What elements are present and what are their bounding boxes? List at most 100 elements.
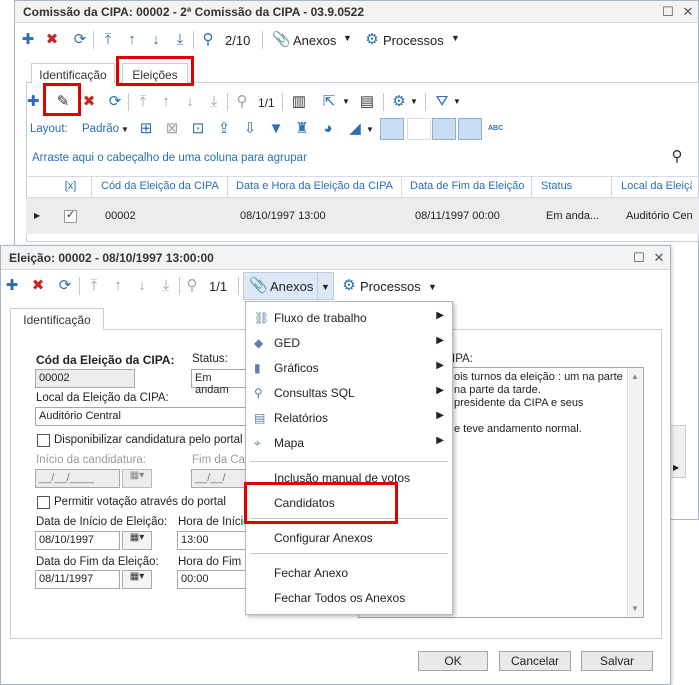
layout-download-icon[interactable]: ⇩ <box>241 120 259 138</box>
chevron-down-icon[interactable]: ▼ <box>121 125 129 134</box>
col-select[interactable]: [x] <box>50 176 92 198</box>
view-mode-1-icon[interactable] <box>380 118 404 140</box>
menu-item-fechar-todos[interactable]: Fechar Todos os Anexos <box>246 585 452 609</box>
local-field[interactable]: Auditório Central <box>35 407 250 426</box>
add-icon[interactable]: ✚ <box>27 93 40 111</box>
menu-item-mapa[interactable]: ⌖ Mapa ▶ <box>246 430 452 454</box>
last-record-icon[interactable]: ⤓ <box>157 277 175 295</box>
previous-record-icon[interactable]: ↑ <box>123 31 141 49</box>
menu-item-graficos[interactable]: ▮ Gráficos ▶ <box>246 355 452 379</box>
scroll-right-icon[interactable]: ▶ <box>673 463 679 472</box>
view-mode-3-icon[interactable] <box>432 118 456 140</box>
close-icon[interactable]: ✕ <box>651 250 667 266</box>
cancel-button[interactable]: Cancelar <box>499 651 571 671</box>
fim-candidatura-field[interactable]: __/__/ <box>191 469 251 488</box>
paperclip-icon[interactable]: 📎 <box>272 31 291 49</box>
layout-remove-icon[interactable]: ⊠ <box>163 120 181 138</box>
obs-scrollbar[interactable] <box>627 368 643 617</box>
menu-item-relatorios[interactable]: ▤ Relatórios ▶ <box>246 405 452 429</box>
chart-icon[interactable]: ◢ <box>346 120 364 138</box>
columns-icon[interactable]: ▥ <box>290 93 308 111</box>
menu-item-configurar[interactable]: Configurar Anexos <box>246 525 452 549</box>
gear-icon[interactable]: ⚙ <box>363 31 381 49</box>
layout-save-icon[interactable]: ⊡ <box>189 120 207 138</box>
chevron-down-icon[interactable]: ▼ <box>410 97 418 106</box>
status-field[interactable]: Em andam <box>191 369 251 396</box>
refresh-icon[interactable]: ⟳ <box>106 93 124 111</box>
scroll-up-icon[interactable]: ▲ <box>631 372 639 381</box>
search-icon[interactable]: ⚲ <box>183 277 201 295</box>
next-record-icon[interactable]: ↓ <box>181 93 199 111</box>
calendar-icon[interactable]: ▦▾ <box>122 531 152 550</box>
add-icon[interactable]: ✚ <box>5 277 19 295</box>
save-button[interactable]: Salvar <box>581 651 653 671</box>
gear-icon[interactable]: ⚙ <box>390 93 408 111</box>
delete-icon[interactable]: ✖ <box>80 93 98 111</box>
chevron-down-icon[interactable]: ▼ <box>453 97 461 106</box>
restore-icon[interactable]: ☐ <box>660 4 676 20</box>
layout-upload-icon[interactable]: ⇪ <box>215 120 233 138</box>
hora-fim-field[interactable]: 00:00 <box>177 570 251 589</box>
search-icon[interactable]: ⚲ <box>668 148 686 166</box>
pin-icon[interactable]: ▼ <box>267 120 285 138</box>
first-record-icon[interactable]: ⤒ <box>99 31 117 49</box>
col-data-fim[interactable]: Data de Fim da Eleição <box>402 176 532 198</box>
next-record-icon[interactable]: ↓ <box>147 31 165 49</box>
menu-item-fechar[interactable]: Fechar Anexo <box>246 560 452 584</box>
menu-item-consultas[interactable]: ⚲ Consultas SQL ▶ <box>246 380 452 404</box>
next-record-icon[interactable]: ↓ <box>133 277 151 295</box>
col-status[interactable]: Status <box>532 176 612 198</box>
tab-identificacao[interactable]: Identificação <box>31 63 115 83</box>
cod-field[interactable]: 00002 <box>35 369 135 388</box>
menu-item-ged[interactable]: ◆ GED ▶ <box>246 330 452 354</box>
search-icon[interactable]: ⚲ <box>199 31 217 49</box>
chevron-down-icon[interactable]: ▼ <box>343 33 352 43</box>
refresh-icon[interactable]: ⟳ <box>56 277 74 295</box>
anexos-button[interactable]: Anexos <box>293 33 336 48</box>
hora-inicio-field[interactable]: 13:00 <box>177 531 251 550</box>
disponibilizar-checkbox[interactable] <box>37 434 50 447</box>
col-data-hora[interactable]: Data e Hora da Eleição da CIPA <box>228 176 402 198</box>
col-local[interactable]: Local da Eleição <box>612 176 692 198</box>
inicio-candidatura-field[interactable]: __/__/____ <box>35 469 120 488</box>
refresh-icon[interactable]: ⟳ <box>71 31 89 49</box>
filter-icon[interactable]: ⛛ <box>433 93 451 111</box>
restore-icon[interactable]: ☐ <box>631 250 647 266</box>
gear-icon[interactable]: ⚙ <box>340 277 358 295</box>
layout-select[interactable]: Padrão <box>82 123 119 135</box>
permitir-checkbox[interactable] <box>37 496 50 509</box>
previous-record-icon[interactable]: ↑ <box>109 277 127 295</box>
col-cod[interactable]: Cód da Eleição da CIPA <box>92 176 228 198</box>
processos-button[interactable]: Processos <box>383 33 444 48</box>
last-record-icon[interactable]: ⤓ <box>205 93 223 111</box>
scroll-down-icon[interactable]: ▼ <box>631 604 639 613</box>
close-icon[interactable]: ✕ <box>680 4 696 20</box>
chevron-down-icon[interactable]: ▼ <box>321 282 330 292</box>
ok-button[interactable]: OK <box>418 651 488 671</box>
first-record-icon[interactable]: ⤒ <box>85 277 103 295</box>
color-icon[interactable]: ◕ <box>319 120 337 138</box>
delete-icon[interactable]: ✖ <box>43 31 61 49</box>
paint-icon[interactable]: ♜ <box>293 120 311 138</box>
calendar-icon[interactable]: ▦▾ <box>122 570 152 589</box>
view-mode-2-icon[interactable] <box>407 118 431 140</box>
previous-record-icon[interactable]: ↑ <box>157 93 175 111</box>
calendar-icon[interactable]: ▦▾ <box>122 469 152 488</box>
export-icon[interactable]: ⇱ <box>320 93 338 111</box>
layout-add-icon[interactable]: ⊞ <box>137 120 155 138</box>
chevron-down-icon[interactable]: ▼ <box>451 33 460 43</box>
chevron-down-icon[interactable]: ▼ <box>342 97 350 106</box>
delete-icon[interactable]: ✖ <box>29 277 47 295</box>
abc-icon[interactable]: ABC <box>488 125 503 132</box>
chevron-down-icon[interactable]: ▼ <box>366 125 374 134</box>
chevron-down-icon[interactable]: ▼ <box>428 282 437 292</box>
search-icon[interactable]: ⚲ <box>233 93 251 111</box>
menu-item-fluxo[interactable]: ⛓ Fluxo de trabalho ▶ <box>246 305 452 329</box>
row-expand-icon[interactable]: ▶ <box>34 211 40 220</box>
data-inicio-field[interactable]: 08/10/1997 <box>35 531 120 550</box>
tab-identificacao[interactable]: Identificação <box>10 308 104 330</box>
last-record-icon[interactable]: ⤓ <box>171 31 189 49</box>
processos-button[interactable]: Processos <box>360 279 421 294</box>
view-mode-4-icon[interactable] <box>458 118 482 140</box>
data-fim-field[interactable]: 08/11/1997 <box>35 570 120 589</box>
